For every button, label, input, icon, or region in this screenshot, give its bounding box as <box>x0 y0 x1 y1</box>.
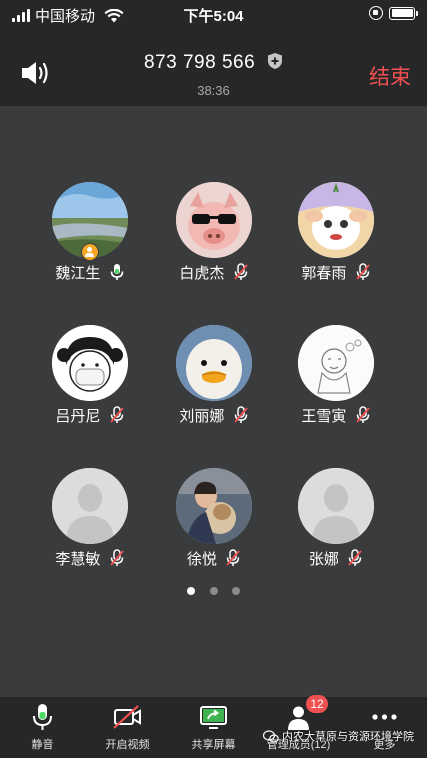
meeting-id-text: 873 798 566 <box>144 52 256 73</box>
video-off-icon <box>113 705 141 729</box>
participant-name: 王雪寅 <box>301 408 347 425</box>
pig-avatar-image <box>176 182 252 258</box>
meeting-duration: 38:36 <box>197 83 230 98</box>
clock: 下午5:04 <box>183 8 244 25</box>
mute-label: 静音 <box>31 739 54 751</box>
start-video-button[interactable]: 开启视频 <box>85 697 170 758</box>
share-screen-label: 共享屏幕 <box>191 739 236 751</box>
girl-drawing-avatar-image <box>52 325 128 401</box>
avatar <box>298 182 374 258</box>
page-indicator <box>0 582 427 600</box>
microphone-muted-icon <box>233 406 248 423</box>
participant-name: 刘丽娜 <box>179 408 225 425</box>
participant-name: 白虎杰 <box>179 265 225 282</box>
page-dot[interactable] <box>209 587 218 595</box>
microphone-muted-icon <box>109 406 124 423</box>
duck-avatar-image <box>176 325 252 401</box>
avatar <box>176 468 252 544</box>
page-dot[interactable] <box>187 587 196 595</box>
host-badge-icon <box>81 243 99 261</box>
participant-tile[interactable]: 李慧敏 <box>30 468 150 578</box>
photo-dog-avatar-image <box>176 468 252 544</box>
participant-tile[interactable]: 魏江生 <box>30 182 150 292</box>
share-screen-icon <box>200 706 227 729</box>
start-video-label: 开启视频 <box>105 739 150 751</box>
microphone-muted-icon <box>233 263 248 280</box>
participant-name: 郭春雨 <box>301 265 347 282</box>
avatar <box>176 325 252 401</box>
participant-tile[interactable]: 张娜 <box>276 468 396 578</box>
orientation-lock-icon <box>369 6 383 20</box>
mute-button[interactable]: 静音 <box>0 697 85 758</box>
participant-tile[interactable]: 王雪寅 <box>276 325 396 435</box>
participant-tile[interactable]: 郭春雨 <box>276 182 396 292</box>
sketch-avatar-image <box>298 325 374 401</box>
member-count-badge: 12 <box>306 695 328 713</box>
avatar <box>176 182 252 258</box>
participant-tile[interactable]: 徐悦 <box>154 468 274 578</box>
participant-tile[interactable]: 吕丹尼 <box>30 325 150 435</box>
default-person-avatar-image <box>298 468 374 544</box>
microphone-muted-icon <box>109 549 124 566</box>
microphone-muted-icon <box>348 549 362 566</box>
participant-name: 张娜 <box>308 551 339 568</box>
end-meeting-button[interactable]: 结束 <box>369 61 411 91</box>
microphone-muted-icon <box>355 263 370 280</box>
participant-name: 吕丹尼 <box>55 408 101 425</box>
status-right <box>369 6 418 20</box>
avatar <box>298 468 374 544</box>
more-icon <box>372 714 397 720</box>
participant-tile[interactable]: 白虎杰 <box>154 182 274 292</box>
battery-icon <box>389 6 418 20</box>
avatar <box>298 325 374 401</box>
meeting-header: 873 798 566 38:36 结束 <box>0 28 427 106</box>
share-screen-button[interactable]: 共享屏幕 <box>171 697 256 758</box>
wechat-icon <box>263 729 279 743</box>
default-person-avatar-image <box>52 468 128 544</box>
status-bar: 中国移动 下午5:04 <box>0 0 427 28</box>
participant-tile[interactable]: 刘丽娜 <box>154 325 274 435</box>
shield-icon <box>267 53 282 69</box>
goat-cartoon-avatar-image <box>298 182 374 258</box>
participant-name: 徐悦 <box>186 551 217 568</box>
microphone-muted-icon <box>355 406 370 423</box>
page-dot[interactable] <box>231 587 240 595</box>
participant-name: 魏江生 <box>55 265 101 282</box>
microphone-on-icon <box>110 264 123 280</box>
microphone-muted-icon <box>226 549 240 566</box>
avatar <box>52 468 128 544</box>
avatar <box>52 325 128 401</box>
watermark-text: 内农大草原与资源环境学院 <box>282 731 414 743</box>
meeting-id[interactable]: 873 798 566 <box>0 52 427 74</box>
microphone-icon <box>33 704 52 730</box>
wechat-watermark: 内农大草原与资源环境学院 <box>263 728 414 744</box>
participant-name: 李慧敏 <box>55 551 101 568</box>
